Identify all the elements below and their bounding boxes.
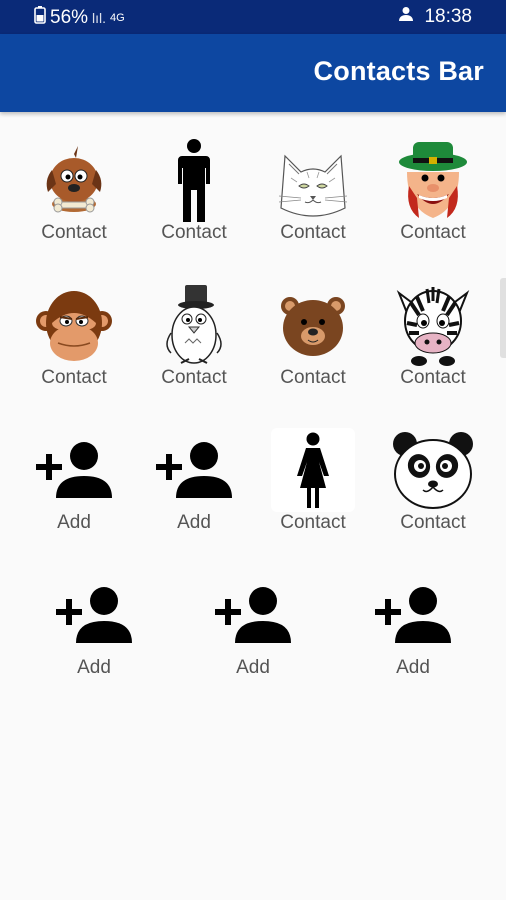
network-icon: 4G: [110, 12, 125, 24]
slot-label: Contact: [400, 222, 466, 243]
user-icon: [398, 6, 414, 28]
add-contact-slot[interactable]: Add: [19, 428, 129, 558]
add-contact-icon: [152, 428, 236, 512]
slot-label: Contact: [280, 512, 346, 533]
status-bar: 56% lıl. 4G 18:38: [0, 0, 506, 34]
slot-label: Contact: [280, 222, 346, 243]
battery-percent: 56%: [50, 7, 89, 28]
monkey-icon: [32, 283, 116, 367]
contact-slot-penguin[interactable]: Contact: [139, 283, 249, 413]
contact-slot-man[interactable]: Contact: [139, 138, 249, 268]
slot-label: Contact: [400, 512, 466, 533]
contact-slot-monkey[interactable]: Contact: [19, 283, 129, 413]
scroll-handle[interactable]: [500, 278, 506, 358]
app-bar: Contacts Bar: [0, 34, 506, 112]
add-contact-slot[interactable]: Add: [358, 573, 468, 703]
slot-label: Add: [77, 657, 111, 678]
status-right: 18:38: [398, 6, 472, 28]
slot-label: Add: [236, 657, 270, 678]
add-contact-slot[interactable]: Add: [139, 428, 249, 558]
add-contact-icon: [52, 573, 136, 657]
slot-label: Contact: [161, 222, 227, 243]
add-contact-icon: [32, 428, 116, 512]
signal-icon: lıl.: [92, 10, 107, 26]
slot-label: Contact: [161, 367, 227, 388]
add-contact-icon: [371, 573, 455, 657]
battery-icon: [34, 6, 46, 30]
contact-slot-zebra[interactable]: Contact: [378, 283, 488, 413]
clock-time: 18:38: [424, 6, 472, 27]
woman-icon: [271, 428, 355, 512]
add-contact-icon: [211, 573, 295, 657]
slot-label: Contact: [400, 367, 466, 388]
add-contact-slot[interactable]: Add: [198, 573, 308, 703]
contact-slot-cat[interactable]: Contact: [258, 138, 368, 268]
bear-icon: [271, 283, 355, 367]
contact-slot-woman[interactable]: Contact: [258, 428, 368, 558]
slot-label: Add: [57, 512, 91, 533]
slot-label: Add: [177, 512, 211, 533]
leprechaun-icon: [391, 138, 475, 222]
add-contact-slot[interactable]: Add: [39, 573, 149, 703]
contact-slot-leprechaun[interactable]: Contact: [378, 138, 488, 268]
penguin-icon: [152, 283, 236, 367]
cat-icon: [271, 138, 355, 222]
contact-slot-bear[interactable]: Contact: [258, 283, 368, 413]
panda-icon: [391, 428, 475, 512]
man-icon: [152, 138, 236, 222]
app-title: Contacts Bar: [313, 56, 484, 86]
slot-label: Contact: [280, 367, 346, 388]
dog-icon: [32, 138, 116, 222]
contact-slot-dog[interactable]: Contact: [19, 138, 129, 268]
zebra-icon: [391, 283, 475, 367]
status-left: 56% lıl. 4G: [34, 6, 125, 30]
slot-label: Add: [396, 657, 430, 678]
slot-label: Contact: [41, 222, 107, 243]
slot-label: Contact: [41, 367, 107, 388]
contact-slot-panda[interactable]: Contact: [378, 428, 488, 558]
